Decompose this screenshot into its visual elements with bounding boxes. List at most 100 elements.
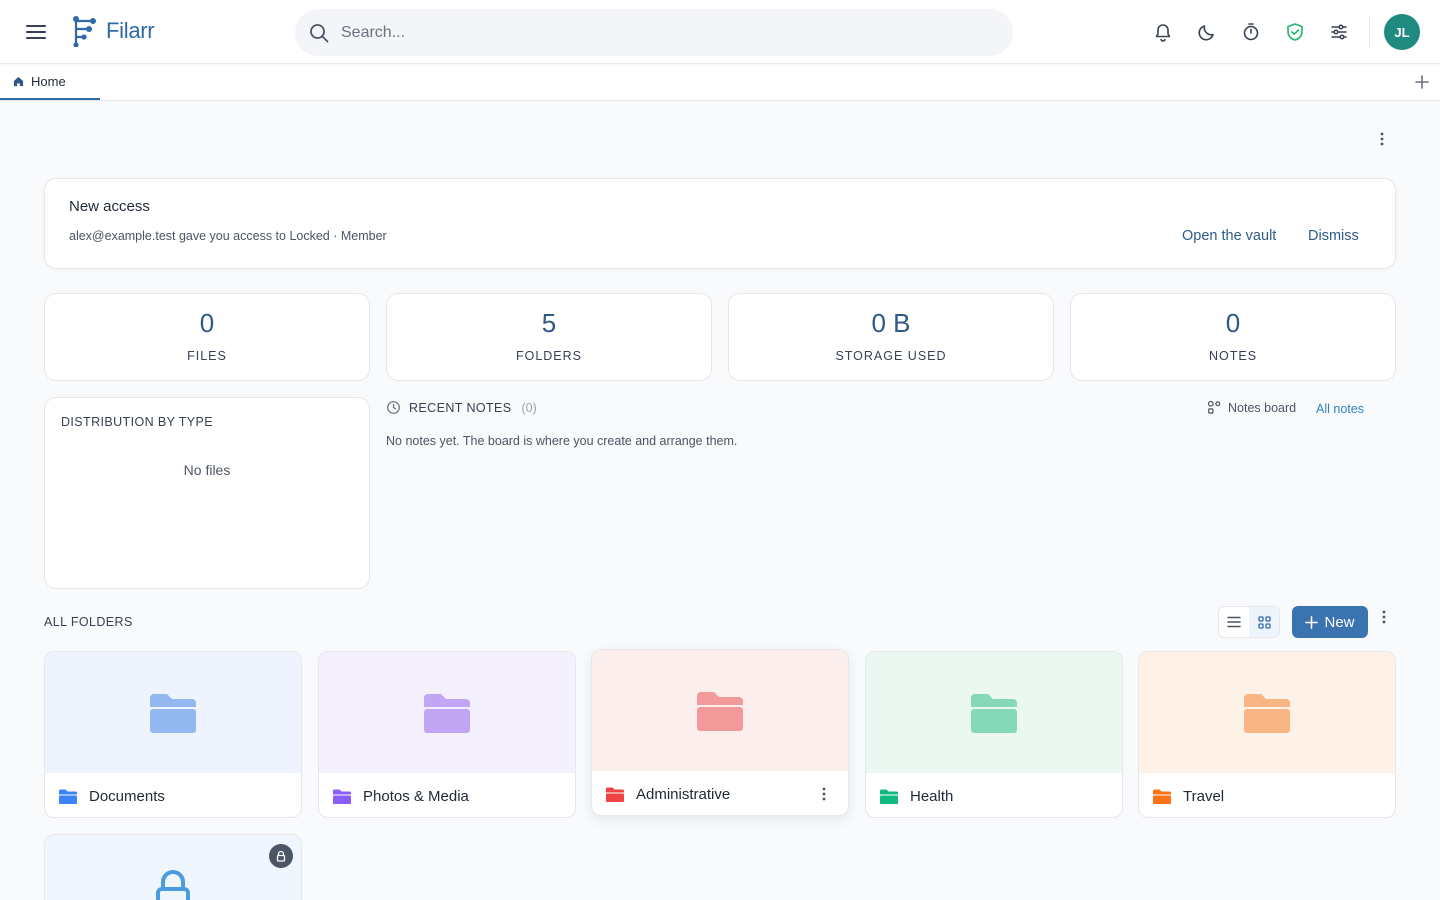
theme-toggle-button[interactable] [1195, 20, 1219, 44]
more-vertical-icon [1382, 610, 1386, 624]
plus-icon [1415, 75, 1429, 89]
folder-footer: Documents [45, 773, 301, 817]
hamburger-icon [26, 25, 46, 39]
more-vertical-icon [822, 787, 826, 801]
user-avatar[interactable]: JL [1384, 14, 1420, 50]
folder-card[interactable]: Documents [44, 651, 302, 818]
timer-icon [1243, 23, 1259, 41]
timer-button[interactable] [1239, 20, 1263, 44]
folder-card[interactable]: Administrative [591, 649, 849, 816]
page-options-button[interactable] [1372, 129, 1392, 149]
add-tab-button[interactable] [1412, 72, 1432, 92]
locked-folder-card[interactable] [44, 834, 302, 900]
view-toggle [1218, 606, 1280, 638]
stat-label: FOLDERS [515, 349, 583, 363]
lock-small-icon [276, 850, 286, 862]
folder-card[interactable]: Health [865, 651, 1123, 818]
app-logo[interactable]: Filarr [70, 15, 155, 47]
folder-footer: Photos & Media [319, 773, 575, 817]
access-notice: New access alex@example.test gave you ac… [44, 178, 1396, 269]
folder-name: Health [910, 787, 954, 805]
folder-icon [606, 787, 624, 802]
recent-notes-empty: No notes yet. The board is where you cre… [386, 434, 738, 448]
notifications-button[interactable] [1151, 20, 1175, 44]
new-button[interactable]: New [1292, 606, 1368, 638]
more-vertical-icon [1380, 132, 1384, 146]
stat-files: 0 FILES [44, 293, 370, 381]
folder-icon [333, 789, 351, 804]
top-bar: Filarr JL [0, 0, 1440, 64]
app-name: Filarr [106, 18, 155, 43]
moon-icon [1198, 25, 1214, 41]
folder-large-icon [1244, 693, 1290, 733]
folders-options-button[interactable] [1374, 607, 1394, 627]
folder-cover [866, 652, 1122, 773]
recent-notes-count: (0) [521, 400, 537, 415]
clock-icon [387, 401, 400, 414]
notice-title: New access [69, 198, 150, 215]
folder-footer: Travel [1139, 773, 1395, 817]
stat-notes: 0 NOTES [1070, 293, 1396, 381]
folder-cover [319, 652, 575, 773]
sliders-icon [1331, 24, 1347, 40]
folder-icon [880, 789, 898, 804]
folder-icon [59, 789, 77, 804]
distribution-empty: No files [183, 462, 231, 478]
folder-card[interactable]: Travel [1138, 651, 1396, 818]
tab-home[interactable]: Home [0, 65, 100, 100]
recent-notes-header: RECENT NOTES (0) [386, 400, 537, 415]
notes-board-link[interactable]: Notes board [1207, 400, 1296, 415]
stat-value: 0 [199, 308, 215, 338]
folder-name: Photos & Media [363, 787, 469, 805]
search-bar[interactable] [295, 9, 1013, 56]
grid-icon [1257, 615, 1271, 629]
list-view-button[interactable] [1219, 607, 1249, 637]
distribution-panel: DISTRIBUTION BY TYPE No files [44, 397, 370, 589]
new-button-label: New [1324, 613, 1355, 631]
stat-folders: 5 FOLDERS [386, 293, 712, 381]
board-icon [1207, 400, 1221, 414]
stat-value: 0 [1225, 308, 1241, 338]
folder-large-icon [424, 693, 470, 733]
folder-large-icon [697, 691, 743, 731]
folder-footer: Administrative [592, 771, 848, 815]
folder-cover [45, 652, 301, 773]
all-notes-link[interactable]: All notes [1316, 402, 1364, 416]
settings-button[interactable] [1327, 20, 1351, 44]
lock-icon [156, 870, 190, 900]
menu-button[interactable] [20, 16, 52, 48]
list-icon [1227, 616, 1241, 628]
recent-notes-title: RECENT NOTES [409, 400, 512, 415]
filarr-logo-icon [73, 16, 96, 47]
search-input[interactable] [341, 23, 981, 42]
folder-large-icon [150, 693, 196, 733]
stat-value: 5 [541, 308, 557, 338]
folder-card[interactable]: Photos & Media [318, 651, 576, 818]
stat-label: STORAGE USED [835, 349, 947, 363]
all-folders-title: ALL FOLDERS [44, 615, 133, 629]
bell-icon [1155, 24, 1171, 42]
distribution-title: DISTRIBUTION BY TYPE [61, 415, 214, 429]
stat-value: 0 B [871, 308, 911, 338]
grid-view-button[interactable] [1249, 607, 1279, 637]
header-divider [1369, 16, 1370, 48]
folder-footer: Health [866, 773, 1122, 817]
open-vault-button[interactable]: Open the vault [1182, 228, 1276, 244]
tab-bar: Home [0, 65, 1440, 101]
folder-name: Administrative [636, 785, 731, 803]
folder-icon [1153, 789, 1171, 804]
search-icon [310, 23, 329, 42]
security-button[interactable] [1283, 20, 1307, 44]
stat-storage: 0 B STORAGE USED [728, 293, 1054, 381]
locked-badge [269, 844, 293, 868]
dismiss-button[interactable]: Dismiss [1308, 228, 1359, 244]
notice-description: alex@example.test gave you access to Loc… [69, 229, 387, 243]
folder-name: Travel [1183, 787, 1225, 805]
plus-icon [1305, 615, 1319, 629]
stat-label: NOTES [1208, 349, 1258, 363]
folder-large-icon [971, 693, 1017, 733]
tab-home-label: Home [31, 74, 66, 89]
shield-check-icon [1287, 23, 1303, 41]
folder-options-button[interactable] [814, 784, 834, 804]
home-icon [13, 76, 24, 87]
